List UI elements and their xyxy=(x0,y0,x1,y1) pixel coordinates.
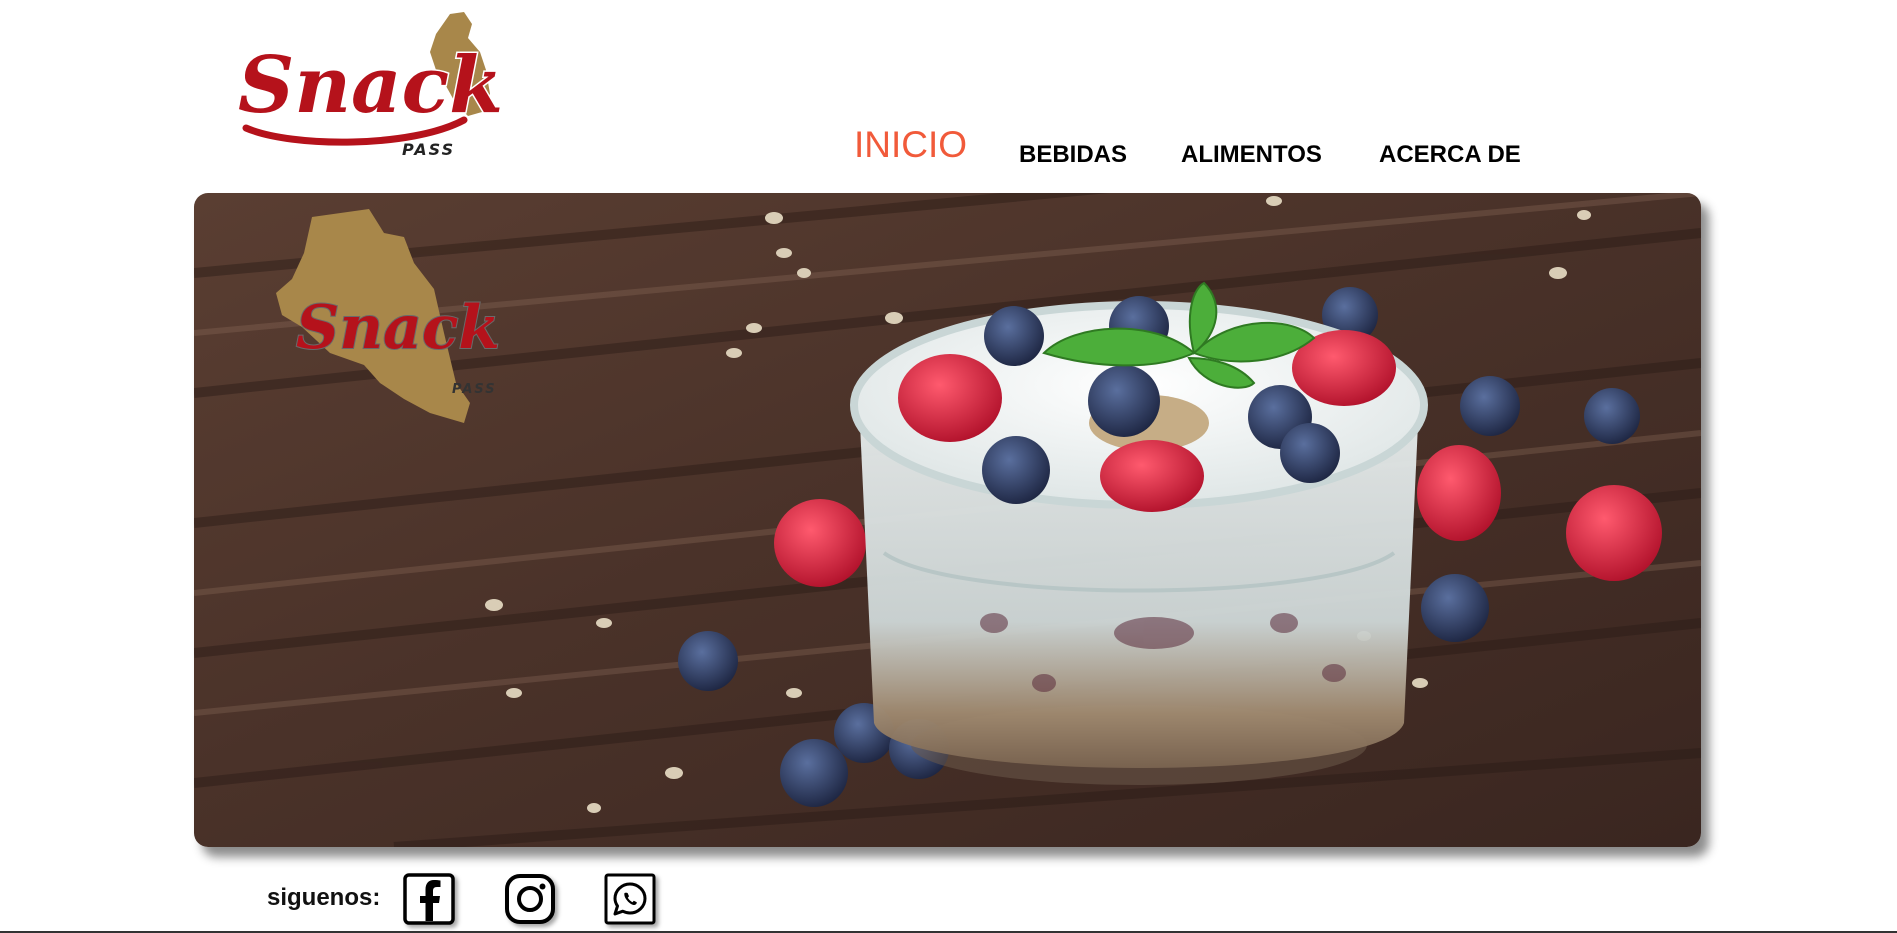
instagram-link[interactable] xyxy=(503,872,557,926)
hero-overlay-subtext: PASS xyxy=(452,382,497,397)
hero-image: Snack PASS xyxy=(194,193,1701,847)
facebook-link[interactable] xyxy=(402,872,456,926)
instagram-icon xyxy=(505,874,555,924)
follow-label: siguenos: xyxy=(267,884,381,911)
hero-banner: Snack PASS xyxy=(194,193,1701,847)
main-nav: INICIO BEBIDAS ALIMENTOS ACERCA DE xyxy=(0,0,1897,180)
nav-item-acerca-de[interactable]: ACERCA DE xyxy=(1379,141,1521,169)
whatsapp-icon xyxy=(604,873,656,925)
nav-item-inicio[interactable]: INICIO xyxy=(854,124,967,166)
nav-item-alimentos[interactable]: ALIMENTOS xyxy=(1181,141,1322,169)
facebook-icon xyxy=(403,873,455,925)
hero-overlay-wordmark: Snack xyxy=(296,293,500,363)
whatsapp-link[interactable] xyxy=(603,872,657,926)
nav-item-bebidas[interactable]: BEBIDAS xyxy=(1019,141,1127,169)
